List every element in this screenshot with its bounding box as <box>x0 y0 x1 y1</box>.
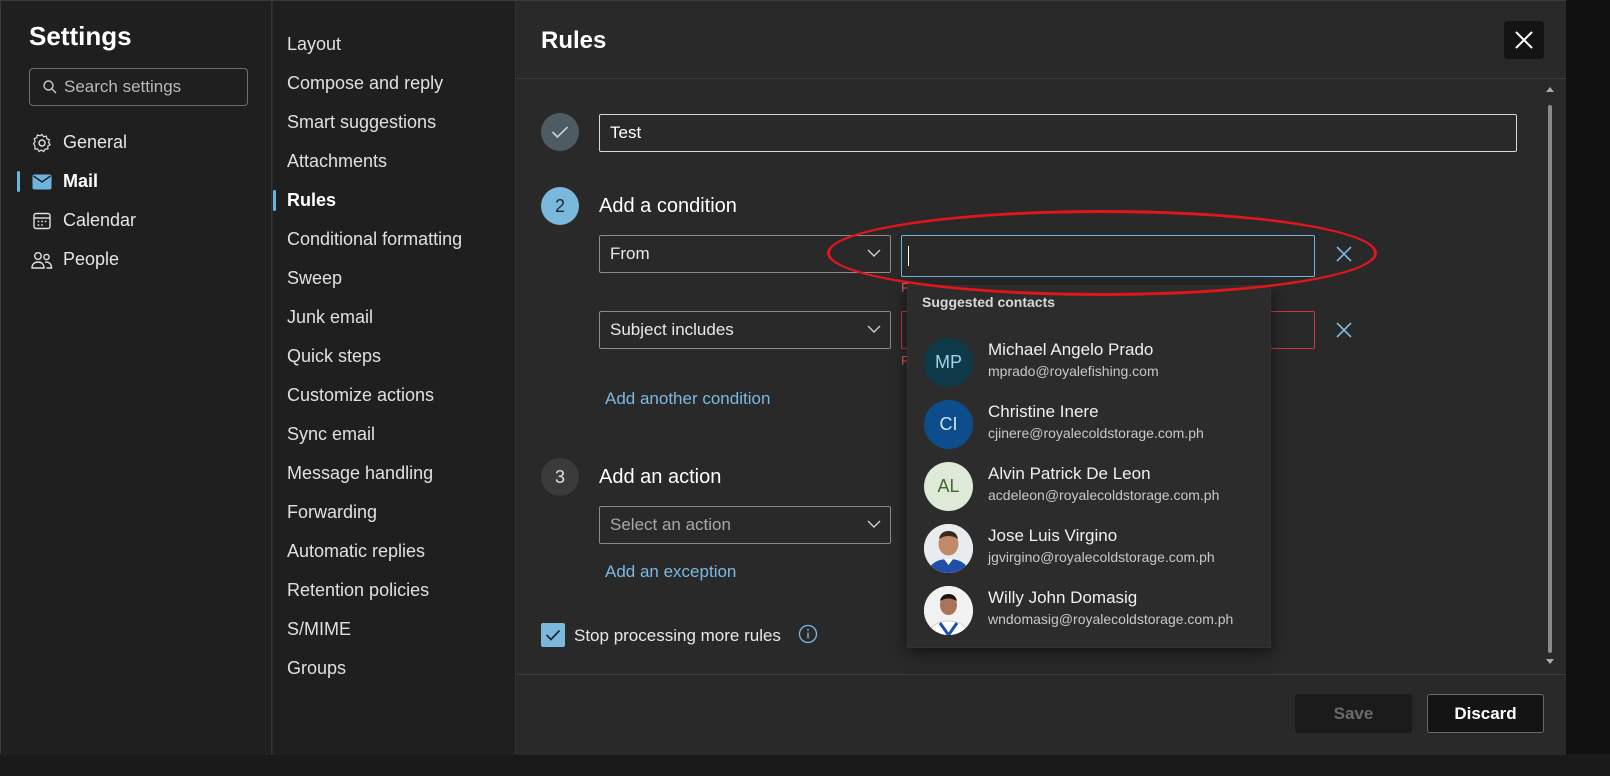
contact-name: Jose Luis Virgino <box>988 526 1118 545</box>
nav-item-automatic-replies[interactable]: Automatic replies <box>273 532 516 571</box>
nav-item-junk-email[interactable]: Junk email <box>273 298 516 337</box>
annotation-ellipse <box>827 210 1377 296</box>
chevron-down-icon <box>867 520 881 528</box>
sidebar-item-label: People <box>63 249 120 269</box>
sidebar-item-label: Calendar <box>63 210 137 230</box>
scrollbar-thumb[interactable] <box>1548 105 1552 653</box>
calendar-icon <box>31 210 53 232</box>
action-placeholder: Select an action <box>610 515 731 534</box>
sidebar-item-calendar[interactable]: Calendar <box>1 201 272 240</box>
sidebar-item-general[interactable]: General <box>1 123 272 162</box>
gear-icon <box>31 132 53 154</box>
page-title: Rules <box>541 27 607 54</box>
condition-2-dropdown[interactable]: Subject includes <box>599 311 891 349</box>
add-action-heading: Add an action <box>599 466 722 488</box>
person-photo-icon <box>924 524 973 573</box>
chevron-down-icon <box>867 325 881 333</box>
checkmark-icon <box>551 126 569 139</box>
save-button[interactable]: Save <box>1295 694 1412 733</box>
search-settings-input[interactable] <box>64 69 244 105</box>
contact-email: acdeleon@royalecoldstorage.com.ph <box>988 487 1220 503</box>
sidebar-item-label: Mail <box>63 171 99 191</box>
avatar: AL <box>924 462 973 511</box>
close-button[interactable] <box>1504 21 1544 59</box>
nav-item-quick-steps[interactable]: Quick steps <box>273 337 516 376</box>
avatar-photo <box>924 586 973 635</box>
nav-item-attachments[interactable]: Attachments <box>273 142 516 181</box>
stop-processing-checkbox[interactable] <box>541 623 565 647</box>
nav-item-retention-policies[interactable]: Retention policies <box>273 571 516 610</box>
condition-1-value: From <box>610 244 650 263</box>
nav-item-groups[interactable]: Groups <box>273 649 516 688</box>
suggested-contacts-dropdown: Suggested contacts MP Michael Angelo Pra… <box>907 285 1271 648</box>
background-window-edge <box>1566 0 1610 776</box>
scroll-down-arrow-icon[interactable] <box>1546 659 1554 664</box>
footer-divider <box>517 674 1566 675</box>
search-settings-box[interactable] <box>29 68 248 106</box>
add-another-condition-link[interactable]: Add another condition <box>605 389 770 409</box>
nav-item-sync-email[interactable]: Sync email <box>273 415 516 454</box>
nav-item-forwarding[interactable]: Forwarding <box>273 493 516 532</box>
mail-settings-list: Layout Compose and reply Smart suggestio… <box>273 25 516 688</box>
settings-sidebar: Settings General Mail <box>1 1 272 755</box>
close-icon <box>1336 322 1352 338</box>
contact-email: mprado@royalefishing.com <box>988 363 1159 379</box>
avatar: MP <box>924 338 973 387</box>
add-condition-heading: Add a condition <box>599 195 737 217</box>
nav-item-conditional-formatting[interactable]: Conditional formatting <box>273 220 516 259</box>
discard-button[interactable]: Discard <box>1427 694 1544 733</box>
contact-name: Michael Angelo Prado <box>988 340 1154 359</box>
nav-item-smart-suggestions[interactable]: Smart suggestions <box>273 103 516 142</box>
contact-name: Willy John Domasig <box>988 588 1138 607</box>
sidebar-item-mail[interactable]: Mail <box>1 162 272 201</box>
nav-item-smime[interactable]: S/MIME <box>273 610 516 649</box>
contact-email: cjinere@royalecoldstorage.com.ph <box>988 425 1204 441</box>
nav-item-layout[interactable]: Layout <box>273 25 516 64</box>
avatar-photo <box>924 524 973 573</box>
nav-item-message-handling[interactable]: Message handling <box>273 454 516 493</box>
close-icon <box>1515 31 1533 49</box>
step-3-indicator: 3 <box>541 458 579 496</box>
settings-title: Settings <box>29 21 132 51</box>
background-window-edge-bottom <box>0 754 1610 776</box>
nav-item-compose-and-reply[interactable]: Compose and reply <box>273 64 516 103</box>
avatar: CI <box>924 400 973 449</box>
contact-email: jgvirgino@royalecoldstorage.com.ph <box>988 549 1215 565</box>
checkmark-icon <box>545 629 561 641</box>
info-icon[interactable] <box>798 624 818 644</box>
add-exception-link[interactable]: Add an exception <box>605 562 736 582</box>
nav-item-customize-actions[interactable]: Customize actions <box>273 376 516 415</box>
condition-2-value: Subject includes <box>610 320 734 339</box>
contact-email: wndomasig@royalecoldstorage.com.ph <box>988 611 1234 627</box>
header-divider <box>517 78 1566 79</box>
mail-icon <box>31 171 53 193</box>
suggested-contacts-heading: Suggested contacts <box>922 294 1056 310</box>
scrollbar[interactable] <box>1545 83 1555 671</box>
remove-condition-2-button[interactable] <box>1334 320 1354 340</box>
nav-item-sweep[interactable]: Sweep <box>273 259 516 298</box>
contact-name: Alvin Patrick De Leon <box>988 464 1151 483</box>
people-icon <box>31 249 53 271</box>
contact-suggestion[interactable]: Jose Luis Virgino jgvirgino@royalecoldst… <box>908 518 1272 580</box>
settings-categories: General Mail Calendar People <box>1 123 272 279</box>
contact-suggestion[interactable]: AL Alvin Patrick De Leon acdeleon@royale… <box>908 456 1272 518</box>
contact-suggestion[interactable]: CI Christine Inere cjinere@royalecoldsto… <box>908 394 1272 456</box>
step-2-indicator: 2 <box>541 187 579 225</box>
search-icon <box>43 80 57 94</box>
nav-item-rules[interactable]: Rules <box>273 181 516 220</box>
scroll-up-arrow-icon[interactable] <box>1546 87 1554 92</box>
contact-suggestion[interactable]: Willy John Domasig wndomasig@royalecolds… <box>908 580 1272 642</box>
contact-name: Christine Inere <box>988 402 1099 421</box>
sidebar-item-people[interactable]: People <box>1 240 272 279</box>
settings-dialog: Settings General Mail <box>0 0 1566 755</box>
sidebar-item-label: General <box>63 132 128 152</box>
step-1-complete-indicator <box>541 113 579 151</box>
action-dropdown[interactable]: Select an action <box>599 506 891 544</box>
rule-name-input[interactable] <box>599 114 1517 152</box>
contact-suggestion[interactable]: MP Michael Angelo Prado mprado@royalefis… <box>908 332 1272 394</box>
stop-processing-label: Stop processing more rules <box>574 626 781 645</box>
person-photo-icon <box>924 586 973 635</box>
mail-settings-nav: Layout Compose and reply Smart suggestio… <box>273 1 516 755</box>
